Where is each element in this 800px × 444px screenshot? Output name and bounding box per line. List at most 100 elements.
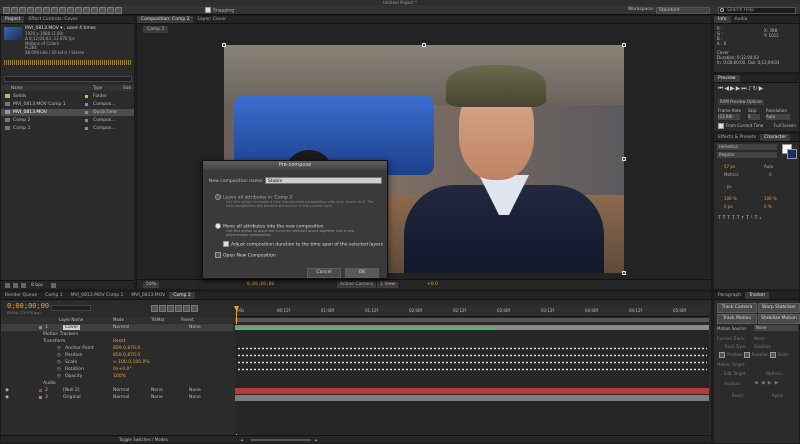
tab-effect-controls[interactable]: Effect Controls: Cover — [24, 16, 81, 23]
column-size[interactable]: Size — [123, 85, 131, 91]
shy-layers-icon[interactable] — [167, 305, 174, 312]
zoom-out-icon[interactable]: ▴ — [241, 436, 243, 444]
tracking-value[interactable]: 0 — [769, 172, 772, 177]
column-layer-name[interactable]: Layer Name — [59, 317, 83, 323]
rotation-checkbox[interactable] — [743, 352, 750, 358]
kerning-value[interactable]: Metrics — [724, 172, 739, 177]
views-select[interactable]: 1 View — [377, 282, 398, 288]
resolution-select[interactable]: Auto — [766, 114, 790, 120]
vertical-scale-value[interactable]: 100 % — [724, 196, 737, 201]
snapping-toggle[interactable]: Snapping — [205, 7, 234, 15]
list-item[interactable]: Solids Folder — [1, 93, 134, 100]
position-checkbox[interactable] — [719, 352, 725, 358]
property-value[interactable]: ∞ 100.0,100.0% — [113, 359, 150, 366]
superscript-button[interactable]: T¹ — [746, 216, 755, 221]
new-folder-icon[interactable] — [13, 283, 18, 288]
snapping-checkbox[interactable] — [205, 7, 211, 13]
tab-project[interactable]: Project — [1, 16, 25, 23]
tab-character[interactable]: Character — [760, 134, 791, 141]
brush-tool-icon[interactable] — [83, 7, 90, 14]
radio-move[interactable] — [215, 223, 221, 229]
tab-audio[interactable]: Audio — [731, 16, 752, 23]
ok-button[interactable]: OK — [345, 268, 379, 278]
camera-tool-icon[interactable] — [43, 7, 50, 14]
transform-handle[interactable] — [622, 157, 626, 161]
comp-subtab[interactable]: Comp 2 — [143, 26, 169, 33]
radio-leave[interactable] — [215, 194, 221, 200]
scale-checkbox[interactable] — [769, 352, 776, 358]
layer-row-original[interactable]: ◉ 3 Original Normal None None — [1, 394, 233, 401]
pan-behind-tool-icon[interactable] — [51, 7, 58, 14]
view-select[interactable]: Active Camera — [337, 282, 377, 288]
track-type-value[interactable]: Stabilize — [754, 344, 771, 349]
new-composition-icon[interactable] — [21, 283, 26, 288]
layer-row-null[interactable]: ◉ 2 [Null 2] Normal None None — [1, 387, 233, 394]
tab-composition[interactable]: Composition: Comp 2 — [137, 16, 194, 23]
tab-mvi-comp-1[interactable]: MVI_0813.MOV Comp 1 — [67, 292, 128, 299]
layer-parent[interactable]: None — [189, 387, 201, 394]
comp-timecode[interactable]: 0;00;00;00 — [247, 280, 274, 290]
ram-preview-options[interactable]: RAM Preview Options — [718, 99, 765, 105]
mask-tool-icon[interactable] — [59, 7, 66, 14]
property-value[interactable]: Reset — [113, 338, 126, 345]
timeline-search-input[interactable] — [51, 305, 91, 311]
eraser-tool-icon[interactable] — [99, 7, 106, 14]
stopwatch-icon[interactable]: ◷ — [57, 366, 61, 373]
property-row[interactable]: ◷ Scale ∞ 100.0,100.0% — [1, 359, 233, 366]
tab-mvi[interactable]: MVI_0813.MOV — [127, 292, 169, 299]
time-ruler[interactable]: 00s 00;12f 01;00f 01;12f 02;00f 02;12f 0… — [235, 306, 709, 317]
keyframes-row[interactable] — [237, 361, 707, 364]
analyze-forward-icon[interactable]: ▶ — [775, 380, 782, 386]
layer-row-cover[interactable]: 1 Cover Normal None — [1, 324, 233, 331]
options-button[interactable]: Options... — [766, 371, 785, 376]
column-type[interactable]: Type — [93, 85, 102, 91]
cancel-button[interactable]: Cancel — [307, 268, 341, 278]
layer-name[interactable]: Original — [63, 394, 81, 401]
transform-handle[interactable] — [622, 271, 626, 275]
property-value[interactable]: 100% — [113, 373, 126, 380]
property-value[interactable]: 859.0,870.0 — [113, 345, 140, 352]
horizontal-scale-value[interactable]: 100 % — [764, 196, 777, 201]
font-family-select[interactable]: Helvetica — [717, 144, 777, 150]
transform-handle[interactable] — [222, 43, 226, 47]
layer-mode[interactable]: Normal — [113, 387, 129, 394]
leading-value[interactable]: Auto — [764, 164, 773, 169]
type-tool-icon[interactable] — [75, 7, 82, 14]
analyze-frame-forward-icon[interactable]: ▶ — [768, 380, 775, 386]
zoom-in-icon[interactable]: ▴ — [315, 436, 317, 444]
zoom-select[interactable]: 50% — [143, 282, 160, 288]
layer-name[interactable]: Cover — [63, 324, 81, 330]
frame-rate-select[interactable]: (23.98) — [718, 114, 740, 120]
tsume-value[interactable]: 0 % — [764, 204, 772, 209]
list-item[interactable]: Comp 2 Compos... — [1, 117, 134, 124]
workspace-select[interactable]: Standard — [656, 6, 710, 14]
open-new-comp-checkbox[interactable] — [215, 252, 221, 258]
baseline-shift-value[interactable]: 0 px — [724, 204, 733, 209]
toggle-switches-modes-button[interactable]: Toggle Switches / Modes — [119, 436, 168, 444]
property-row[interactable]: ◷ Rotation 0x+0.0° — [1, 366, 233, 373]
transform-handle[interactable] — [622, 43, 626, 47]
puppet-tool-icon[interactable] — [115, 7, 122, 14]
layer-parent[interactable]: None — [189, 394, 201, 401]
apply-button[interactable]: Apply — [772, 393, 783, 398]
track-motion-button[interactable]: Track Motion — [717, 314, 757, 324]
property-group[interactable]: Audio — [1, 380, 233, 387]
list-item[interactable]: MVI_0813.MOV Comp 1 Compos... — [1, 101, 134, 108]
composition-name-input[interactable]: Stable — [265, 177, 382, 184]
small-caps-button[interactable]: Tᴛ — [737, 216, 746, 221]
motion-blur-icon[interactable] — [183, 305, 190, 312]
tab-effects-presets[interactable]: Effects & Presets — [714, 134, 760, 141]
eye-icon[interactable]: ◉ — [5, 394, 9, 401]
selection-tool-icon[interactable] — [11, 7, 18, 14]
stabilize-motion-button[interactable]: Stabilize Motion — [758, 314, 800, 324]
column-trkmat[interactable]: TrkMat — [151, 317, 164, 323]
skip-select[interactable]: 0 — [748, 114, 760, 120]
frame-blending-icon[interactable] — [175, 305, 182, 312]
analyze-backward-icon[interactable]: ◀ — [754, 380, 761, 386]
font-style-select[interactable]: Regular — [717, 152, 777, 158]
project-search-input[interactable] — [4, 76, 132, 82]
property-group[interactable]: Motion Trackers — [1, 331, 233, 338]
tab-tracker[interactable]: Tracker — [745, 292, 770, 299]
font-size-value[interactable]: 57 px — [724, 164, 735, 169]
property-row[interactable]: ◷ Position 859.0,870.0 — [1, 352, 233, 359]
